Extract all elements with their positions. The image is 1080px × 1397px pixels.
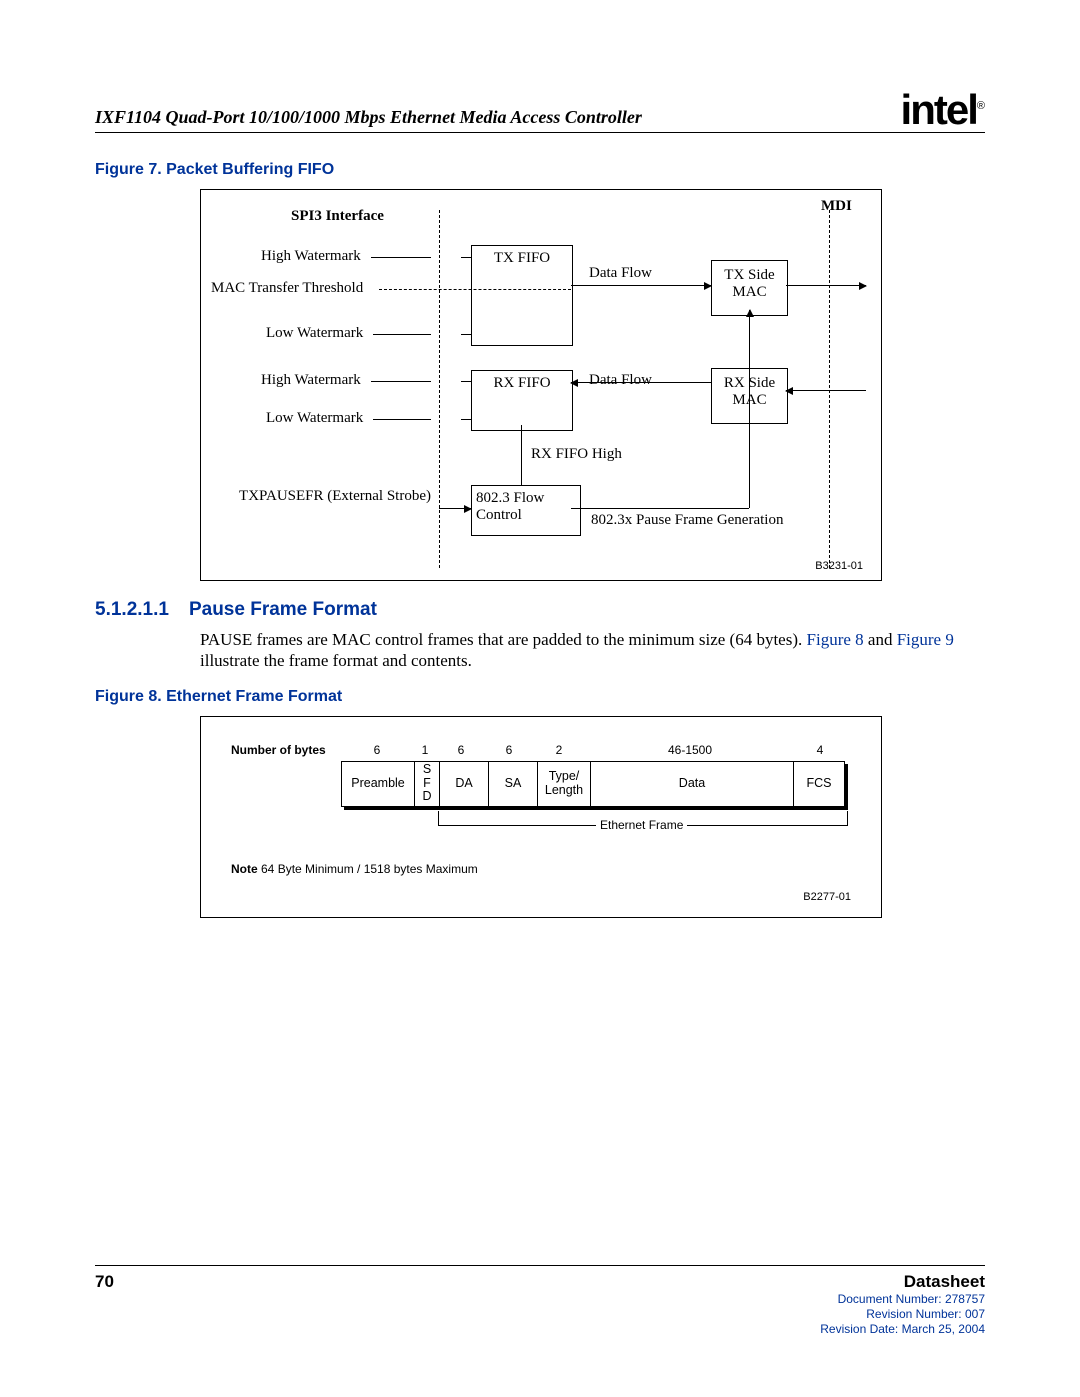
- byte-3: 6: [485, 743, 533, 757]
- hw1-line: [371, 257, 431, 258]
- intel-logo: intel®: [901, 86, 985, 134]
- mdi-interface-line: [829, 210, 830, 568]
- page-footer: 70 Datasheet Document Number: 278757 Rev…: [95, 1265, 985, 1337]
- rx-mdi-arrow: [786, 390, 866, 391]
- rxfifo-high-label: RX FIFO High: [531, 446, 622, 463]
- cell-fcs: FCS: [794, 762, 844, 806]
- ethernet-frame-label: Ethernet Frame: [596, 818, 687, 832]
- logo-text: intel: [901, 86, 977, 133]
- page-number: 70: [95, 1272, 114, 1292]
- spi3-label: SPI3 Interface: [291, 208, 384, 225]
- byte-4: 2: [533, 743, 585, 757]
- figure7-diagram: SPI3 Interface MDI TX FIFO TX Side MAC R…: [200, 189, 882, 581]
- figure8-caption: Figure 8. Ethernet Frame Format: [95, 688, 985, 706]
- section-heading: 5.1.2.1.1 Pause Frame Format: [95, 599, 985, 621]
- flow-control-label: 802.3 Flow Control: [476, 490, 544, 523]
- hw1-label: High Watermark: [261, 248, 361, 265]
- byte-count-row: Number of bytes 6 1 6 6 2 46-1500 4: [231, 743, 851, 757]
- tx-dataflow-arrow: [571, 285, 711, 286]
- hw2-label: High Watermark: [261, 372, 361, 389]
- figure7-caption: Figure 7. Packet Buffering FIFO: [95, 161, 985, 179]
- figure8-id: B2277-01: [803, 891, 851, 903]
- section-body: PAUSE frames are MAC control frames that…: [200, 629, 985, 672]
- frame-cells: Preamble S F D DA SA Type/ Length Data F…: [341, 761, 845, 807]
- tx-dataflow-label: Data Flow: [589, 265, 652, 282]
- rx-dataflow-label: Data Flow: [589, 372, 652, 389]
- figure8-diagram: Number of bytes 6 1 6 6 2 46-1500 4 Prea…: [200, 716, 882, 918]
- lw1-line: [373, 334, 431, 335]
- body-text-b: and: [864, 630, 897, 649]
- lw2-line: [373, 419, 431, 420]
- pausegen-label: 802.3x Pause Frame Generation: [591, 512, 783, 529]
- byte-5: 46-1500: [585, 743, 795, 757]
- cell-da: DA: [440, 762, 489, 806]
- registered-icon: ®: [977, 100, 985, 112]
- hw2-line: [371, 381, 431, 382]
- mtt-line: [379, 289, 571, 290]
- note-bold: Note: [231, 862, 258, 876]
- figure8-ref[interactable]: Figure 8: [807, 630, 864, 649]
- lw1-label: Low Watermark: [266, 325, 363, 342]
- lw2-label: Low Watermark: [266, 410, 363, 427]
- fc-h-line: [571, 508, 749, 509]
- datasheet-label: Datasheet: [820, 1272, 985, 1292]
- byte-2: 6: [437, 743, 485, 757]
- section-number: 5.1.2.1.1: [95, 599, 169, 621]
- note-text: 64 Byte Minimum / 1518 bytes Maximum: [258, 862, 478, 876]
- rx-fifo-box: RX FIFO: [471, 370, 573, 431]
- fc-v-line: [749, 310, 750, 508]
- flow-control-box: 802.3 Flow Control: [471, 485, 581, 536]
- revision-number: Revision Number: 007: [820, 1307, 985, 1322]
- doc-number: Document Number: 278757: [820, 1292, 985, 1307]
- figure9-ref[interactable]: Figure 9: [897, 630, 954, 649]
- txpause-label: TXPAUSEFR (External Strobe): [231, 488, 431, 505]
- revision-date: Revision Date: March 25, 2004: [820, 1322, 985, 1337]
- tx-mac-label: TX Side MAC: [724, 267, 774, 300]
- mdi-label: MDI: [821, 198, 852, 215]
- byte-1: 1: [413, 743, 437, 757]
- nob-label: Number of bytes: [231, 743, 341, 757]
- page-header: IXF1104 Quad-Port 10/100/1000 Mbps Ether…: [95, 80, 985, 133]
- cell-sfd: S F D: [415, 762, 440, 806]
- txpause-arrow: [439, 508, 471, 509]
- section-title: Pause Frame Format: [189, 599, 377, 620]
- lw2-tick: [461, 419, 471, 420]
- hw1-tick: [461, 257, 471, 258]
- tx-mac-box: TX Side MAC: [711, 260, 788, 316]
- spi3-interface-line: [439, 210, 440, 568]
- rxfifo-high-line: [521, 425, 522, 485]
- cell-data: Data: [591, 762, 794, 806]
- lw1-tick: [461, 334, 471, 335]
- rx-fifo-label: RX FIFO: [493, 375, 550, 391]
- cell-preamble: Preamble: [342, 762, 415, 806]
- tx-fifo-box: TX FIFO: [471, 245, 573, 346]
- figure7-id: B3231-01: [815, 560, 863, 572]
- doc-title: IXF1104 Quad-Port 10/100/1000 Mbps Ether…: [95, 107, 642, 128]
- byte-6: 4: [795, 743, 845, 757]
- body-text-c: illustrate the frame format and contents…: [200, 651, 472, 670]
- mtt-label: MAC Transfer Threshold: [211, 280, 363, 297]
- tx-mdi-arrow: [786, 285, 866, 286]
- byte-0: 6: [341, 743, 413, 757]
- hw2-tick: [461, 381, 471, 382]
- body-text-a: PAUSE frames are MAC control frames that…: [200, 630, 807, 649]
- tx-fifo-label: TX FIFO: [494, 250, 550, 266]
- cell-type: Type/ Length: [538, 762, 591, 806]
- cell-sa: SA: [489, 762, 538, 806]
- figure8-note: Note 64 Byte Minimum / 1518 bytes Maximu…: [231, 862, 851, 876]
